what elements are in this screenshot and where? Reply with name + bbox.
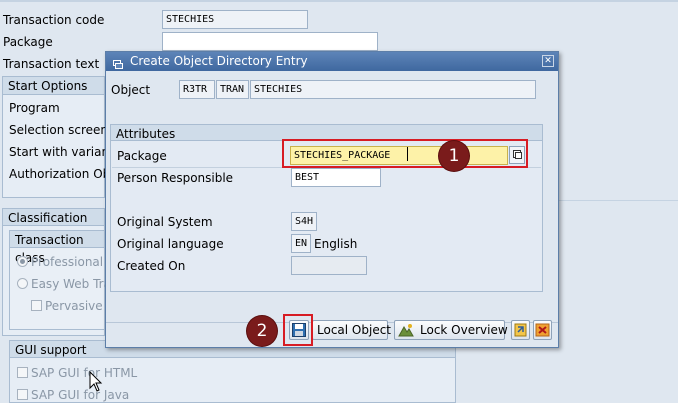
created-on-field[interactable] — [291, 256, 367, 275]
mouse-pointer-icon — [89, 370, 103, 393]
transaction-class-title: Transaction class — [9, 230, 105, 265]
pervasive-label: Pervasive e — [45, 299, 114, 313]
transaction-code-field[interactable]: STECHIES — [162, 10, 308, 29]
original-language-label: Original language — [117, 237, 224, 251]
package-field[interactable] — [162, 32, 378, 51]
cancel-button[interactable] — [533, 320, 552, 340]
lock-overview-icon — [398, 324, 414, 337]
create-object-directory-dialog: Create Object Directory Entry ✕ Object R… — [105, 51, 559, 348]
local-object-button[interactable]: Local Object — [312, 320, 391, 340]
dialog-title: Create Object Directory Entry — [130, 54, 308, 68]
gui-html-checkbox[interactable] — [17, 367, 28, 378]
close-icon[interactable]: ✕ — [542, 55, 554, 67]
person-responsible-label: Person Responsible — [117, 171, 234, 185]
gui-java-label: SAP GUI for Java — [31, 388, 130, 402]
window-icon — [113, 56, 123, 69]
gui-java-checkbox[interactable] — [17, 389, 28, 400]
cancel-icon — [535, 323, 550, 337]
object-label: Object — [111, 83, 151, 97]
transaction-text-label: Transaction text — [3, 57, 100, 71]
start-options-title: Start Options — [2, 76, 105, 95]
original-language-field[interactable]: EN — [291, 234, 311, 253]
program-label: Program — [9, 101, 60, 115]
classification-title: Classification — [2, 208, 105, 226]
easy-web-radio[interactable] — [17, 278, 28, 289]
callout-2: 2 — [247, 316, 277, 346]
easy-web-label: Easy Web Tra — [31, 277, 111, 291]
start-with-variant-label: Start with variant — [9, 145, 114, 159]
gui-html-label: SAP GUI for HTML — [31, 366, 138, 380]
original-system-label: Original System — [117, 215, 213, 229]
person-responsible-field[interactable]: BEST — [291, 168, 381, 187]
dialog-package-label: Package — [117, 149, 167, 163]
callout-1: 1 — [439, 141, 469, 171]
object-type-field[interactable]: TRAN — [216, 80, 249, 99]
transaction-code-label: Transaction code — [3, 13, 105, 27]
top-separator — [0, 0, 678, 2]
selection-screen-label: Selection screen — [9, 123, 109, 137]
authorization-obj-label: Authorization Obj — [9, 167, 114, 181]
pervasive-checkbox[interactable] — [31, 300, 42, 311]
package-label: Package — [3, 35, 53, 49]
transport-button[interactable] — [511, 320, 530, 340]
text-caret — [407, 147, 408, 161]
lock-overview-label: Lock Overview — [420, 323, 508, 337]
original-language-name: English — [314, 237, 358, 251]
package-highlight-box — [282, 139, 528, 168]
lock-overview-button[interactable]: Lock Overview — [394, 320, 508, 340]
object-pgmid-field[interactable]: R3TR — [179, 80, 215, 99]
save-highlight-box — [283, 314, 313, 346]
professional-label: Professional U — [31, 255, 116, 269]
object-name-field[interactable]: STECHIES — [250, 80, 536, 99]
created-on-label: Created On — [117, 259, 186, 273]
original-system-field[interactable]: S4H — [291, 212, 317, 231]
dialog-titlebar[interactable]: Create Object Directory Entry ✕ — [106, 52, 558, 71]
transport-icon — [514, 323, 527, 337]
professional-radio[interactable] — [17, 256, 28, 267]
